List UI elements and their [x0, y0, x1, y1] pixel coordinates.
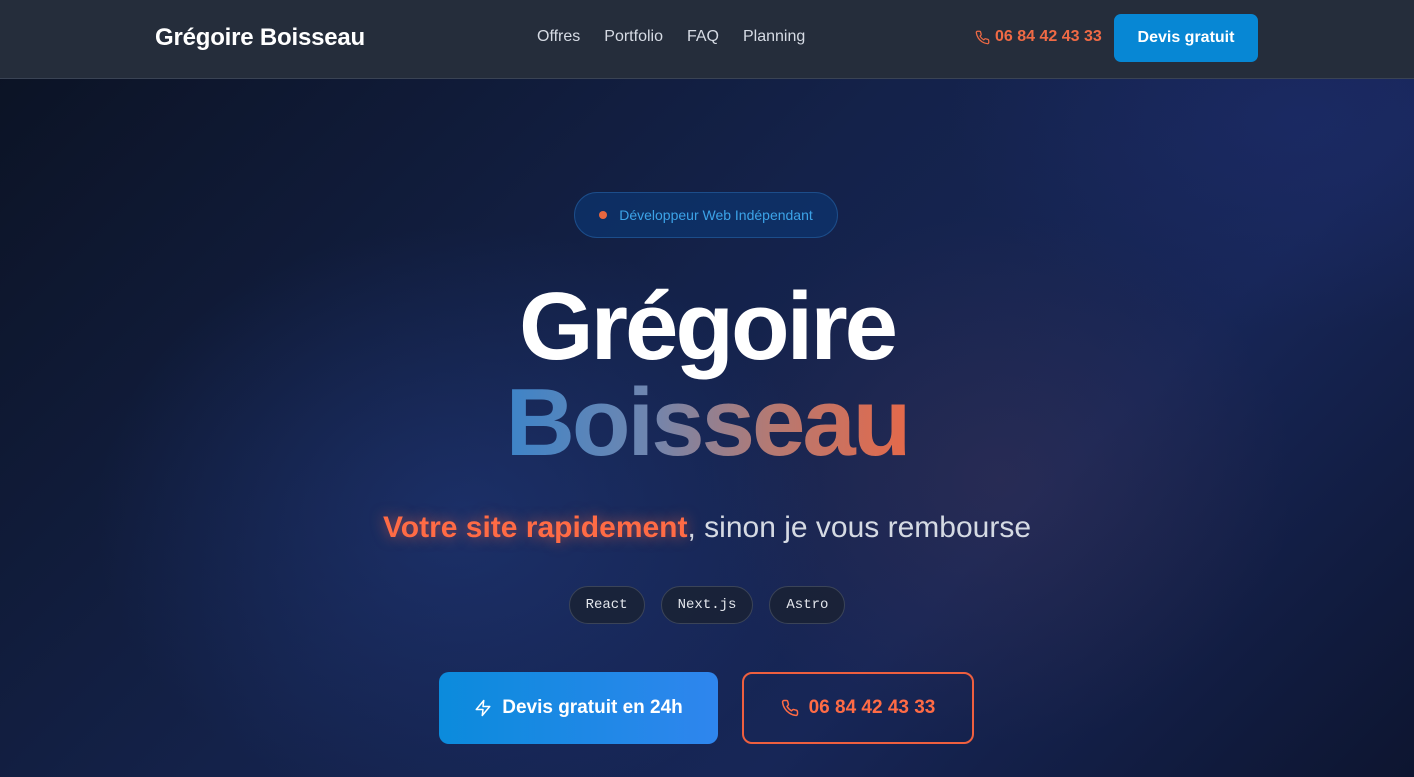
- phone-cta-label: 06 84 42 43 33: [808, 697, 936, 718]
- tech-tag-nextjs: Next.js: [660, 586, 754, 624]
- tech-tag-react: React: [568, 586, 645, 624]
- phone-cta-button[interactable]: 06 84 42 43 33: [742, 672, 974, 744]
- hero-title-last-wrapper: Boisseau: [0, 368, 1414, 478]
- nav-link-portfolio[interactable]: Portfolio: [604, 28, 663, 46]
- tech-tag-astro: Astro: [769, 586, 846, 624]
- badge-dot: [599, 211, 608, 219]
- badge-text: Développeur Web Indépendant: [619, 207, 813, 223]
- nav-link-planning[interactable]: Planning: [743, 28, 805, 46]
- nav-link-offres[interactable]: Offres: [537, 28, 580, 46]
- hero-tagline: Votre site rapidement, sinon je vous rem…: [0, 510, 1414, 546]
- role-badge: Développeur Web Indépendant: [574, 192, 838, 238]
- tagline-rest: , sinon je vous rembourse: [687, 511, 1032, 544]
- tech-tags: React Next.js Astro: [0, 586, 1414, 624]
- devis-cta-label: Devis gratuit en 24h: [502, 697, 683, 718]
- hero-title-last: Boisseau: [505, 369, 912, 476]
- devis-cta-button[interactable]: Devis gratuit en 24h: [439, 672, 718, 744]
- lightning-icon: [474, 699, 492, 717]
- tagline-highlight: Votre site rapidement: [382, 511, 688, 544]
- nav-links: Offres Portfolio FAQ Planning: [537, 28, 805, 46]
- phone-icon: [781, 699, 799, 717]
- nav-devis-button[interactable]: Devis gratuit: [1114, 14, 1258, 62]
- nav-phone-link[interactable]: 06 84 42 43 33: [975, 28, 1102, 46]
- phone-icon: [975, 30, 990, 45]
- navbar: Grégoire Boisseau Offres Portfolio FAQ P…: [0, 0, 1414, 79]
- brand-logo[interactable]: Grégoire Boisseau: [155, 24, 365, 52]
- hero-title-first: Grégoire: [518, 273, 898, 380]
- nav-phone-number: 06 84 42 43 33: [995, 28, 1102, 45]
- nav-link-faq[interactable]: FAQ: [687, 28, 719, 46]
